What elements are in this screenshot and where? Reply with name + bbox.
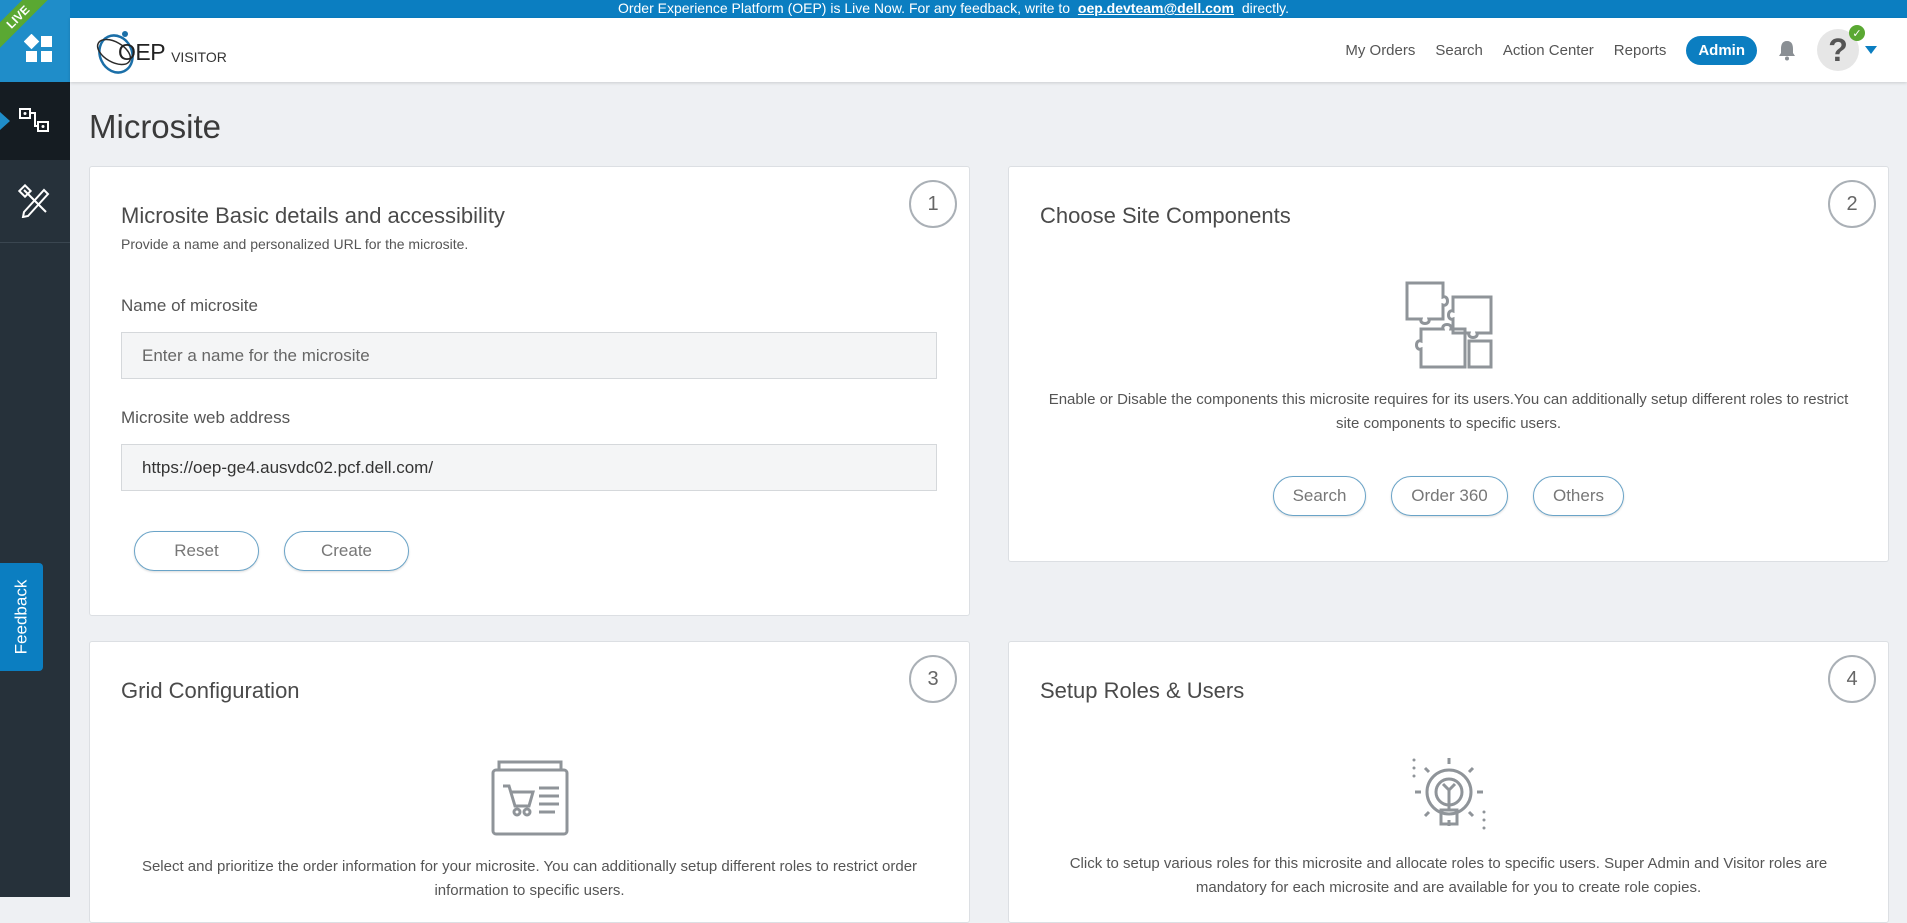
reset-button[interactable]: Reset (134, 531, 259, 571)
apps-grid-icon[interactable] (24, 34, 54, 64)
oep-logo[interactable]: OEP VISITOR (94, 24, 227, 76)
name-label: Name of microsite (121, 296, 258, 315)
logo-text: OEP (118, 39, 166, 65)
top-header: OEP VISITOR My Orders Search Action Cent… (70, 18, 1907, 82)
card-description: Select and prioritize the order informat… (141, 858, 918, 899)
puzzle-icon (1405, 281, 1492, 369)
design-tools-icon (18, 184, 50, 218)
page-title: Microsite (89, 108, 222, 145)
main-nav: My Orders Search Action Center Reports A… (1345, 18, 1877, 82)
microsite-url-input[interactable] (121, 444, 937, 491)
component-search-button[interactable]: Search (1273, 476, 1366, 516)
rail-item-design[interactable] (0, 162, 70, 240)
card-title: Setup Roles & Users (1040, 678, 1245, 703)
card-title: Grid Configuration (121, 678, 300, 703)
cart-list-icon (491, 760, 568, 836)
card-subtitle: Provide a name and personalized URL for … (121, 236, 469, 252)
component-order360-button[interactable]: Order 360 (1391, 476, 1508, 516)
nav-my-orders[interactable]: My Orders (1345, 42, 1415, 59)
online-check-icon: ✓ (1849, 25, 1865, 41)
microsite-icon (19, 108, 49, 132)
nav-action-center[interactable]: Action Center (1503, 42, 1594, 59)
banner-email-link[interactable]: oep.devteam@dell.com (1078, 0, 1234, 16)
url-label: Microsite web address (121, 408, 291, 427)
gear-wrench-icon (1412, 758, 1485, 830)
bell-icon[interactable] (1777, 39, 1797, 61)
step-badge: 1 (909, 180, 957, 228)
banner-text: Order Experience Platform (OEP) is Live … (617, 0, 1071, 16)
nav-reports[interactable]: Reports (1614, 42, 1667, 59)
rail-divider (0, 242, 70, 243)
feedback-label: Feedback (11, 579, 31, 655)
step-badge: 2 (1828, 180, 1876, 228)
step-badge: 4 (1828, 655, 1876, 703)
feedback-tab[interactable]: Feedback (0, 563, 43, 671)
card-title: Choose Site Components (1040, 203, 1291, 228)
step-badge: 3 (909, 655, 957, 703)
cart-icon-wrap (90, 756, 969, 838)
puzzle-icon-wrap (1009, 279, 1888, 371)
chevron-down-icon[interactable] (1865, 46, 1877, 54)
announcement-banner: Order Experience Platform (OEP) is Live … (0, 0, 1907, 18)
card-description: Enable or Disable the components this mi… (1048, 391, 1849, 432)
card-title: Microsite Basic details and accessibilit… (121, 203, 505, 228)
roles-icon-wrap (1009, 754, 1888, 834)
apps-launcher[interactable]: LIVE (0, 0, 70, 82)
banner-text-end: directly. (1241, 0, 1290, 16)
create-button[interactable]: Create (284, 531, 409, 571)
left-rail: LIVE (0, 0, 70, 897)
card-description: Click to setup various roles for this mi… (1069, 855, 1828, 896)
card-basic-details: 1 Microsite Basic details and accessibil… (89, 166, 970, 616)
component-others-button[interactable]: Others (1533, 476, 1624, 516)
user-menu[interactable]: ? ✓ (1817, 25, 1877, 71)
card-roles-users: 4 Setup Roles & Users Click to setup var… (1008, 641, 1889, 923)
logo-subtitle: VISITOR (171, 49, 227, 65)
nav-search[interactable]: Search (1435, 42, 1483, 59)
card-grid-configuration: 3 Grid Configuration Select and prioriti… (89, 641, 970, 923)
microsite-name-input[interactable] (121, 332, 937, 379)
card-site-components: 2 Choose Site Components Enable or Disab… (1008, 166, 1889, 562)
rail-item-microsite[interactable] (0, 82, 70, 160)
admin-button[interactable]: Admin (1686, 35, 1757, 65)
